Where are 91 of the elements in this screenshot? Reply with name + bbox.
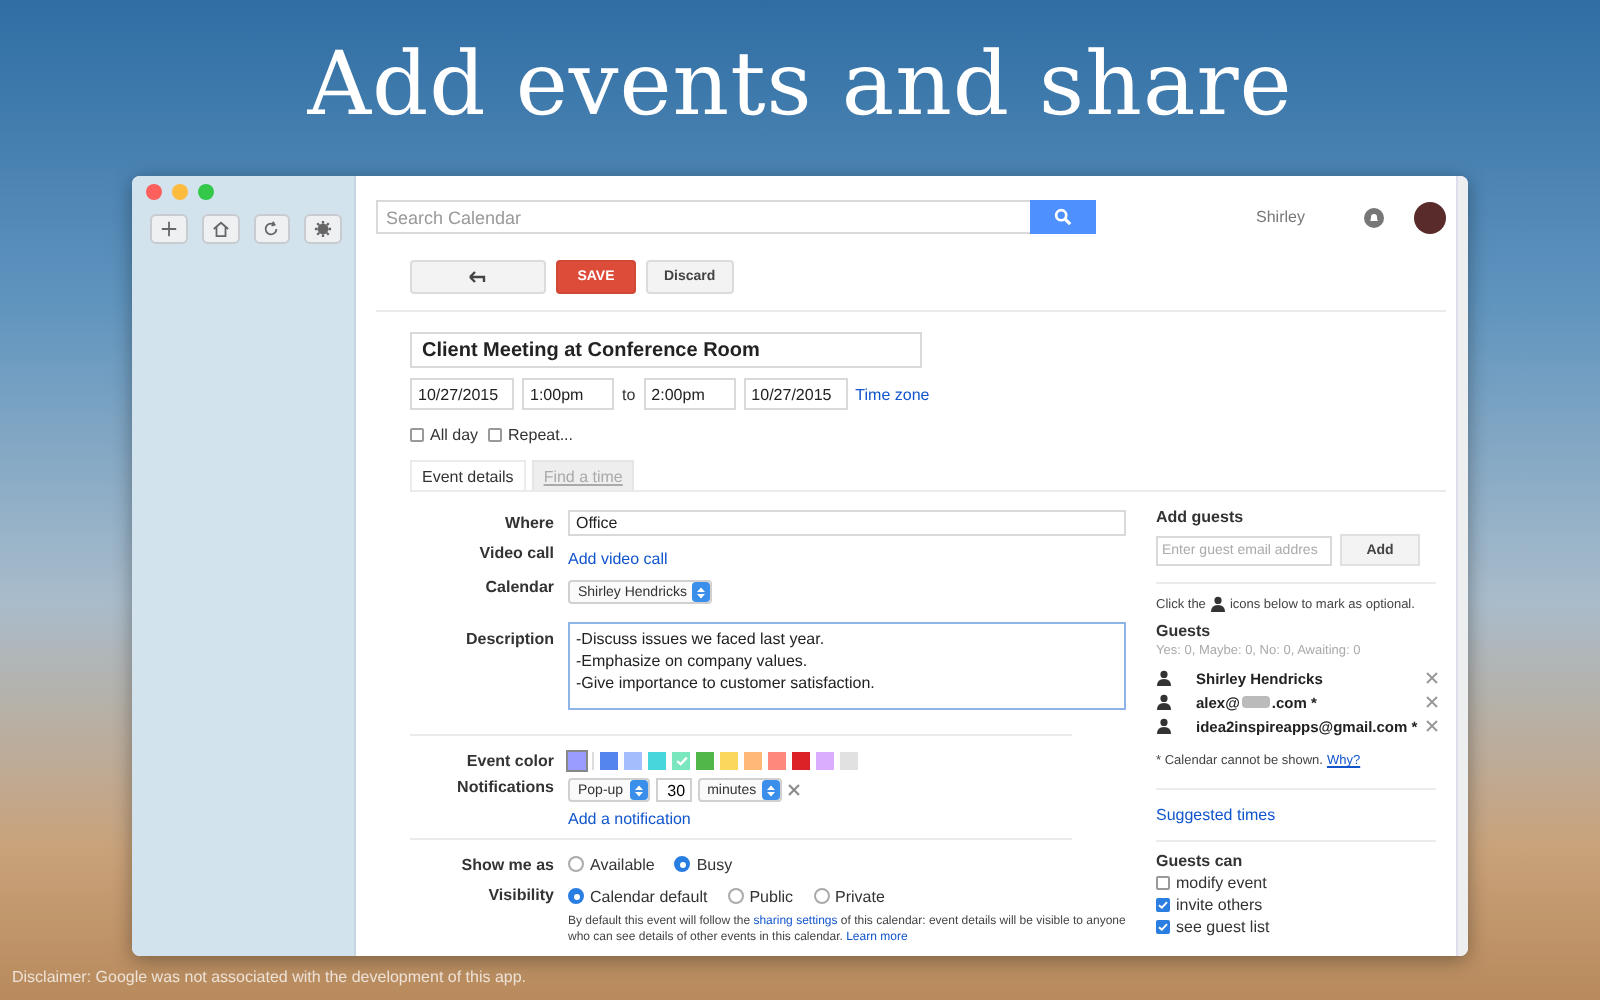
checkbox-label: All day xyxy=(430,426,479,444)
description-label: Description xyxy=(465,630,554,648)
checkbox[interactable] xyxy=(1156,898,1170,912)
checkbox[interactable] xyxy=(410,428,424,442)
person-icon[interactable] xyxy=(1156,694,1172,710)
radio-button[interactable] xyxy=(727,888,744,904)
radio-button[interactable] xyxy=(674,856,691,872)
up-down-arrows-icon xyxy=(766,783,777,797)
scrollbar[interactable] xyxy=(1456,176,1468,956)
remove-icon[interactable] xyxy=(788,784,801,796)
default-color-swatch[interactable] xyxy=(568,751,586,769)
notifications-label: Notifications xyxy=(457,778,554,796)
guests-can-title: Guests can xyxy=(1156,852,1245,870)
radio-label: Available xyxy=(590,855,655,873)
settings-icon xyxy=(314,220,333,238)
color-swatch[interactable] xyxy=(720,751,738,769)
tab[interactable]: Event details xyxy=(410,460,526,490)
remove-icon[interactable] xyxy=(1426,720,1438,732)
remove-icon[interactable] xyxy=(1426,672,1438,684)
color-swatch[interactable] xyxy=(744,751,762,769)
plus-icon xyxy=(159,220,178,238)
checkbox-label: modify event xyxy=(1176,874,1267,892)
person-icon[interactable] xyxy=(1156,718,1172,734)
up-down-arrows-icon xyxy=(696,585,707,599)
close-icon[interactable] xyxy=(146,184,162,200)
start-date-field[interactable]: 10/27/2015 xyxy=(410,378,514,410)
radio-label: Calendar default xyxy=(590,887,708,905)
description-field[interactable]: -Discuss issues we faced last year. -Emphasize on company values. -Give importance to customer satisfaction. xyxy=(568,622,1126,710)
back-arrow-icon xyxy=(468,270,488,284)
check-icon xyxy=(1158,900,1168,910)
remove-icon[interactable] xyxy=(1426,696,1438,708)
home-button[interactable] xyxy=(201,214,239,244)
radio-label: Private xyxy=(835,887,885,905)
user-name[interactable]: Shirley xyxy=(1256,208,1305,226)
refresh-icon xyxy=(262,220,281,238)
check-icon xyxy=(1158,922,1168,932)
color-swatch[interactable] xyxy=(840,751,858,769)
search-icon xyxy=(1054,208,1072,226)
person-icon[interactable] xyxy=(1156,670,1172,686)
guests-title: Guests xyxy=(1156,622,1213,640)
end-time-field[interactable]: 2:00pm xyxy=(643,378,736,410)
check-icon xyxy=(675,755,687,765)
refresh-button[interactable] xyxy=(253,214,291,244)
checkbox[interactable] xyxy=(1156,920,1170,934)
checkbox-label: invite others xyxy=(1176,896,1263,914)
visibility-label: Visibility xyxy=(488,885,554,903)
color-swatch[interactable] xyxy=(600,751,618,769)
end-date-field[interactable]: 10/27/2015 xyxy=(743,378,848,410)
where-field[interactable]: Office xyxy=(568,509,1126,535)
search-button[interactable] xyxy=(1030,200,1096,234)
color-swatch[interactable] xyxy=(768,751,786,769)
search-field[interactable]: Search Calendar xyxy=(376,200,1030,234)
add-guests-title: Add guests xyxy=(1156,508,1246,526)
add-notification-link[interactable]: Add a notification xyxy=(568,809,691,827)
checkbox[interactable] xyxy=(1156,876,1170,890)
add-button[interactable] xyxy=(150,214,188,244)
event-color-label: Event color xyxy=(466,751,554,769)
bell-icon[interactable] xyxy=(1364,207,1385,227)
color-swatch[interactable] xyxy=(696,751,714,769)
where-label: Where xyxy=(505,513,554,531)
color-swatch[interactable] xyxy=(648,751,666,769)
time-zone-link[interactable]: Time zone xyxy=(855,385,930,403)
home-icon xyxy=(211,220,230,238)
notification-amount-field[interactable]: 30 xyxy=(655,778,692,802)
checkbox-label: see guest list xyxy=(1176,918,1270,936)
zoom-icon[interactable] xyxy=(198,184,214,200)
to-label: to xyxy=(622,385,636,403)
event-title-field[interactable]: Client Meeting at Conference Room xyxy=(410,332,922,368)
radio-label: Public xyxy=(749,887,794,905)
avatar[interactable] xyxy=(1414,201,1447,233)
radio-label: Busy xyxy=(696,855,733,873)
checkbox-label: Repeat... xyxy=(508,426,573,444)
color-swatch[interactable] xyxy=(792,751,810,769)
up-down-arrows-icon xyxy=(633,783,644,797)
settings-button[interactable] xyxy=(304,214,342,244)
start-time-field[interactable]: 1:00pm xyxy=(522,378,614,410)
headline: Add events and share xyxy=(305,31,1295,139)
checkbox[interactable] xyxy=(488,428,503,442)
person-icon xyxy=(1209,596,1226,612)
color-swatch[interactable] xyxy=(672,751,690,769)
color-swatch[interactable] xyxy=(816,751,834,769)
show-me-as-label: Show me as xyxy=(461,855,554,873)
disclaimer: Disclaimer: Google was not associated with the development of this app. xyxy=(12,968,529,986)
radio-button[interactable] xyxy=(568,888,584,904)
radio-button[interactable] xyxy=(813,888,830,904)
add-video-call-link[interactable]: Add video call xyxy=(568,549,668,567)
radio-button[interactable] xyxy=(568,856,584,872)
calendar-label: Calendar xyxy=(485,578,554,596)
video-call-label: Video call xyxy=(479,544,554,562)
suggested-times-link[interactable]: Suggested times xyxy=(1156,806,1446,824)
color-swatch[interactable] xyxy=(624,751,642,769)
